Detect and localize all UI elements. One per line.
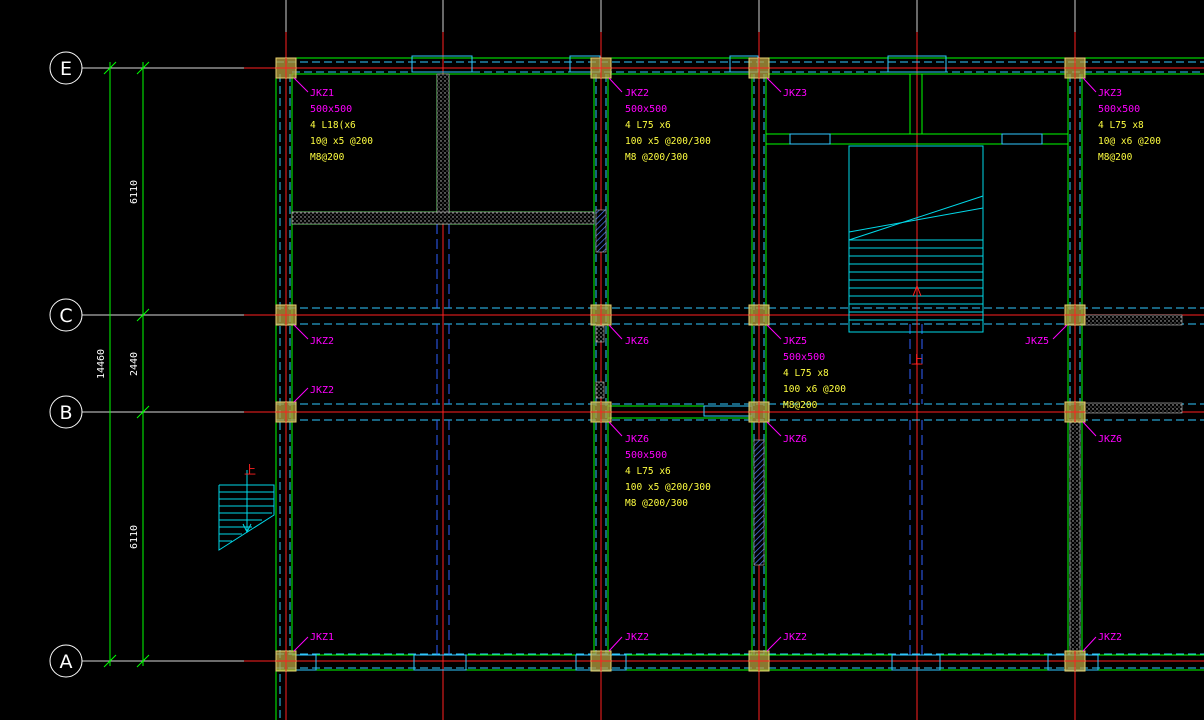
tag-jkz2-b: JKZ2 <box>310 385 334 396</box>
hatched-walls <box>291 73 1183 656</box>
column-square <box>275 57 297 79</box>
stirrup2-jkz6-b: M8 @200/300 <box>625 498 688 509</box>
vertical-grid-extensions <box>285 0 1076 32</box>
axis-label-b: B <box>59 402 72 424</box>
stair-right <box>848 145 984 333</box>
axis-label-e: E <box>60 58 72 80</box>
column-square <box>590 57 612 79</box>
stirrup2-jkz1-e: M8@200 <box>310 152 345 163</box>
tag-jkz2-a2: JKZ2 <box>783 632 807 643</box>
tag-jkz6-b2: JKZ6 <box>783 434 807 445</box>
tag-jkz5-c2: JKZ5 <box>1025 336 1049 347</box>
tag-jkz5-c: JKZ5 <box>783 336 807 347</box>
dim-bay-e-c: 6110 <box>129 180 140 204</box>
beam-end-blocks <box>295 55 1099 671</box>
size-jkz6-b: 500x500 <box>625 450 667 461</box>
column-square <box>275 650 297 672</box>
stirrup2-jkz2-e: M8 @200/300 <box>625 152 688 163</box>
dim-bay-c-b: 2440 <box>129 352 140 376</box>
column-square <box>748 401 770 423</box>
bars-jkz6-b: 4 L75 x6 <box>625 466 671 477</box>
size-jkz1-e: 500x500 <box>310 104 352 115</box>
hidden-beams <box>276 61 1204 720</box>
column-square <box>748 304 770 326</box>
axis-label-c: C <box>59 305 72 327</box>
tag-jkz1-a: JKZ1 <box>310 632 334 643</box>
tag-leaders <box>293 77 1097 652</box>
axis-bubble-b: B <box>49 395 83 429</box>
bars-jkz1-e: 4 L18(x6 <box>310 120 356 131</box>
tag-jkz3-e: JKZ3 <box>1098 88 1122 99</box>
stirrup1-jkz1-e: 10@ x5 @200 <box>310 136 373 147</box>
column-square <box>590 401 612 423</box>
tag-jkz2-a1: JKZ2 <box>625 632 649 643</box>
column-square <box>1064 650 1086 672</box>
axis-bubble-a: A <box>49 644 83 678</box>
axis-label-a: A <box>60 651 73 673</box>
stirrup2-jkz3-e: M8@200 <box>1098 152 1133 163</box>
axis-bubble-e: E <box>49 51 83 85</box>
column-square <box>590 304 612 326</box>
column-square <box>1064 57 1086 79</box>
column-square <box>748 650 770 672</box>
axis-bubble-c: C <box>49 298 83 332</box>
size-jkz2-e: 500x500 <box>625 104 667 115</box>
bars-jkz2-e: 4 L75 x6 <box>625 120 671 131</box>
dimension-lines <box>103 61 150 668</box>
column-square <box>748 57 770 79</box>
column-square <box>275 304 297 326</box>
horizontal-center-lines <box>244 67 1204 662</box>
stair-up-mark-right: 上 <box>911 353 923 367</box>
tag-jkz2-a3: JKZ2 <box>1098 632 1122 643</box>
size-jkz5-c: 500x500 <box>783 352 825 363</box>
stirrup1-jkz3-e: 10@ x6 @200 <box>1098 136 1161 147</box>
column-square <box>275 401 297 423</box>
stirrup2-jkz5-c: M8@200 <box>783 400 818 411</box>
stair-left <box>218 470 275 551</box>
tag-jkz2-c: JKZ2 <box>310 336 334 347</box>
tag-jkz2-e: JKZ2 <box>625 88 649 99</box>
stirrup1-jkz5-c: 100 x6 @200 <box>783 384 846 395</box>
tag-jkz6-c: JKZ6 <box>625 336 649 347</box>
columns <box>275 57 1086 672</box>
column-square <box>1064 401 1086 423</box>
stirrup1-jkz6-b: 100 x5 @200/300 <box>625 482 711 493</box>
bars-jkz3-e: 4 L75 x8 <box>1098 120 1144 131</box>
tag-jkz6-b: JKZ6 <box>625 434 649 445</box>
column-square <box>1064 304 1086 326</box>
vertical-grid-lines <box>285 0 1076 720</box>
structural-plan: 上 上 JKZ1 500x500 4 L18(x6 10@ x5 @200 M8… <box>49 0 1204 720</box>
dim-bay-b-a: 6110 <box>129 525 140 549</box>
dim-overall: 14460 <box>96 349 107 379</box>
tag-jkz3-e2: JKZ3 <box>783 88 807 99</box>
tag-jkz1-e: JKZ1 <box>310 88 334 99</box>
stirrup1-jkz2-e: 100 x5 @200/300 <box>625 136 711 147</box>
tag-jkz6-b3: JKZ6 <box>1098 434 1122 445</box>
beam-outlines <box>275 57 1204 720</box>
column-square <box>590 650 612 672</box>
bars-jkz5-c: 4 L75 x8 <box>783 368 829 379</box>
stair-up-mark-left: 上 <box>244 463 256 477</box>
size-jkz3-e: 500x500 <box>1098 104 1140 115</box>
